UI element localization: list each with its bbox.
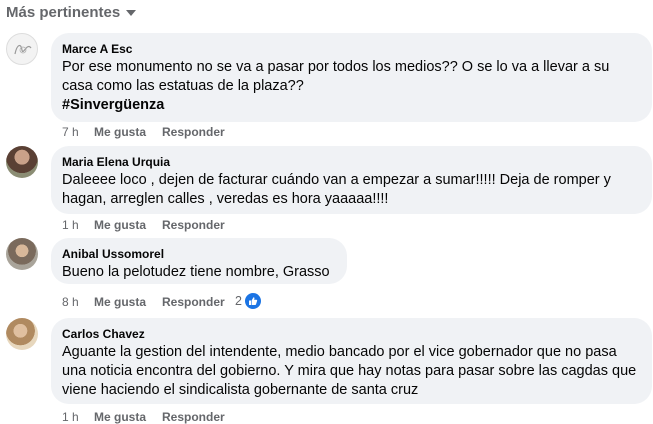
avatar[interactable] — [6, 238, 38, 270]
comment-body: Bueno la pelotudez tiene nombre, Grasso — [62, 264, 330, 280]
like-button[interactable]: Me gusta — [94, 410, 162, 424]
comment-time[interactable]: 7 h — [62, 125, 94, 139]
comment-body: Daleeee loco , dejen de facturar cuándo … — [62, 172, 611, 207]
comment-author[interactable]: Carlos Chavez — [62, 326, 640, 342]
comment-bubble: Maria Elena Urquia Daleeee loco , dejen … — [51, 146, 652, 214]
comment-actions: 1 h Me gusta Responder — [62, 410, 225, 424]
comment-author[interactable]: Marce A Esc — [62, 41, 640, 57]
sort-dropdown[interactable]: Más pertinentes — [6, 2, 137, 22]
comment-actions: 1 h Me gusta Responder — [62, 218, 225, 232]
comment-body: Aguante la gestion del intendente, medio… — [62, 344, 637, 398]
reaction-count: 2 — [235, 294, 242, 308]
like-button[interactable]: Me gusta — [94, 125, 162, 139]
comment-author[interactable]: Anibal Ussomorel — [62, 246, 335, 262]
thumbs-up-icon — [243, 292, 262, 310]
comment-time[interactable]: 1 h — [62, 410, 94, 424]
comment-time[interactable]: 1 h — [62, 218, 94, 232]
comment-body: Por ese monumento no se va a pasar por t… — [62, 59, 610, 94]
comment-bubble: Marce A Esc Por ese monumento no se va a… — [51, 33, 652, 122]
comment-actions: 7 h Me gusta Responder — [62, 125, 225, 139]
comment: Carlos Chavez Aguante la gestion del int… — [6, 318, 652, 424]
like-button[interactable]: Me gusta — [94, 218, 162, 232]
comment-text: Por ese monumento no se va a pasar por t… — [62, 58, 640, 115]
comment-actions: 8 h Me gusta Responder — [62, 295, 225, 309]
comment: Marce A Esc Por ese monumento no se va a… — [6, 33, 652, 141]
avatar[interactable] — [6, 146, 38, 178]
comment-author[interactable]: Maria Elena Urquia — [62, 154, 640, 170]
comment-bubble: Anibal Ussomorel Bueno la pelotudez tien… — [51, 238, 347, 284]
comment: Maria Elena Urquia Daleeee loco , dejen … — [6, 146, 652, 234]
comment-bubble: Carlos Chavez Aguante la gestion del int… — [51, 318, 652, 404]
comment: Anibal Ussomorel Bueno la pelotudez tien… — [6, 238, 649, 314]
hashtag-link[interactable]: #Sinvergüenza — [62, 96, 640, 115]
sort-label: Más pertinentes — [6, 3, 121, 21]
reaction-summary[interactable]: 2 — [235, 292, 262, 310]
avatar[interactable] — [6, 33, 38, 65]
reply-button[interactable]: Responder — [162, 218, 225, 232]
comment-time[interactable]: 8 h — [62, 295, 94, 309]
reply-button[interactable]: Responder — [162, 295, 225, 309]
reply-button[interactable]: Responder — [162, 125, 225, 139]
caret-down-icon — [126, 10, 137, 16]
reply-button[interactable]: Responder — [162, 410, 225, 424]
avatar[interactable] — [6, 318, 38, 350]
like-button[interactable]: Me gusta — [94, 295, 162, 309]
